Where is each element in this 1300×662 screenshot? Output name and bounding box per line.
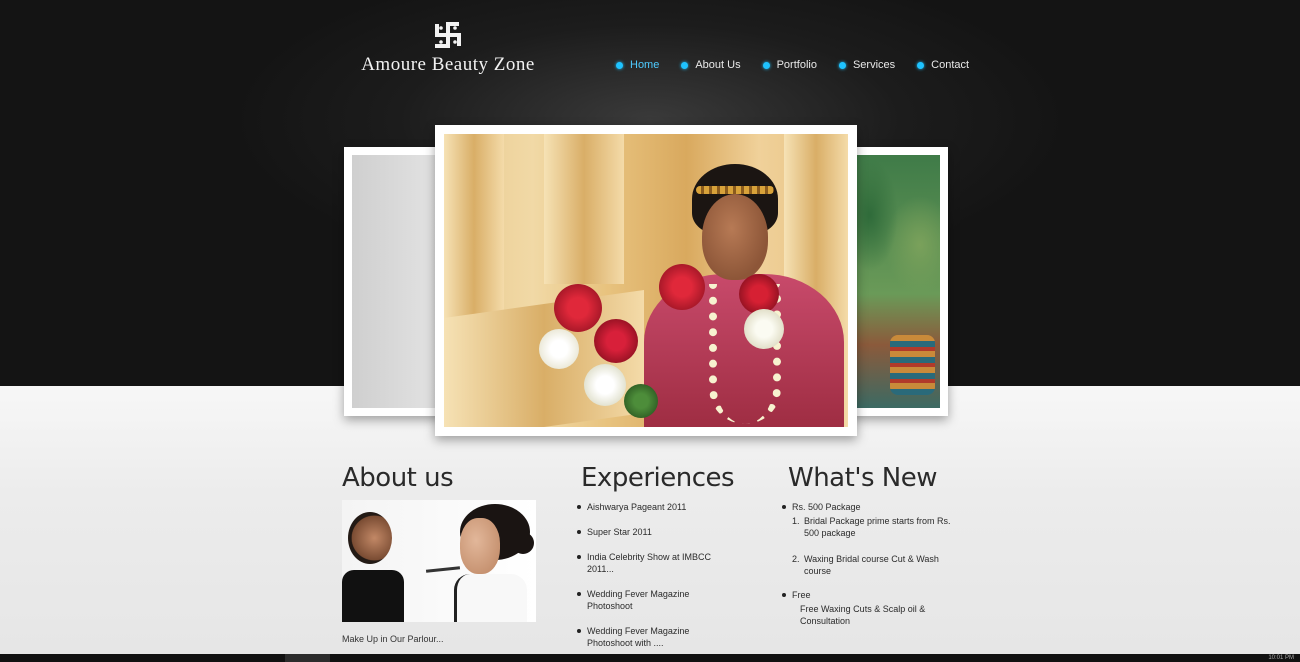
nav-item-about-us[interactable]: About Us [681,59,741,71]
white-flower [539,329,579,369]
taskbar-clock: 10:01 PM [1268,655,1294,661]
nav-label: Home [630,59,660,71]
rose-flower [739,274,779,314]
slider-next-image[interactable] [850,147,948,416]
list-item[interactable]: Wedding Fever Magazine Photoshoot with .… [577,625,737,649]
bullet-icon [917,61,925,69]
main-nav: Home About Us Portfolio Services Contact [616,59,991,71]
news-number: 1. [792,516,800,526]
leaf-cluster [624,384,658,418]
bangle-graphic [890,335,935,395]
slide-photo [850,155,940,408]
bullet-icon [681,61,689,69]
whats-new-title: What's New [788,463,937,493]
nav-label: Services [852,59,896,71]
white-flower [744,309,784,349]
news-subitem: 2. Waxing Bridal course Cut & Wash cours… [782,553,957,577]
nav-label: Portfolio [776,59,817,71]
news-text: Free Waxing Cuts & Scalp oil & Consultat… [800,604,926,626]
news-text: Waxing Bridal course Cut & Wash course [804,554,939,576]
list-item[interactable]: Super Star 2011 [577,526,737,538]
experiences-title: Experiences [581,463,735,493]
bullet-icon [762,61,770,69]
about-title: About us [342,463,454,493]
model-face [460,518,500,574]
nav-item-portfolio[interactable]: Portfolio [762,59,817,71]
slide-photo [352,155,444,408]
about-photo [342,500,536,622]
slider-main-image[interactable] [435,125,857,436]
list-item[interactable]: India Celebrity Show at IMBCC 2011... [577,551,737,575]
brand-name: Amoure Beauty Zone [361,54,535,75]
list-item[interactable]: Wedding Fever Magazine Photoshoot [577,588,737,612]
nav-item-contact[interactable]: Contact [917,59,969,71]
whats-new-list: Rs. 500 Package 1. Bridal Package prime … [782,501,957,627]
news-subitem: 1. Bridal Package prime starts from Rs. … [782,515,957,539]
bride-headpiece [696,186,774,194]
bullet-icon [616,61,623,69]
taskbar [0,654,1300,662]
about-caption[interactable]: Make Up in Our Parlour... [342,634,444,644]
list-item[interactable]: Aishwarya Pageant 2011 [577,501,737,513]
news-text: Bridal Package prime starts from Rs. 500… [804,516,951,538]
nav-label: About Us [695,59,741,71]
slider-prev-image[interactable] [344,147,444,416]
rose-flower [554,284,602,332]
artist-head [348,512,392,564]
bullet-icon [838,61,846,69]
nav-item-home[interactable]: Home [616,59,659,71]
temple-pillar [544,134,624,284]
makeup-artist [342,510,404,622]
white-flower [584,364,626,406]
makeup-model [442,504,536,622]
taskbar-tab[interactable] [285,654,330,662]
swastika-mark-icon [435,22,461,48]
news-heading[interactable]: Free [782,589,957,601]
model-bun [512,532,534,554]
model-body [454,574,527,622]
nav-label: Contact [931,59,970,71]
rose-flower [594,319,638,363]
bride-photo [444,134,848,427]
news-number: 2. [792,554,800,564]
bride-face [702,194,768,280]
site-logo[interactable]: Amoure Beauty Zone [358,20,538,76]
news-heading[interactable]: Rs. 500 Package [782,501,957,513]
nav-item-services[interactable]: Services [838,59,896,71]
experiences-list: Aishwarya Pageant 2011 Super Star 2011 I… [577,501,737,662]
rose-flower [659,264,705,310]
artist-body [342,570,404,622]
